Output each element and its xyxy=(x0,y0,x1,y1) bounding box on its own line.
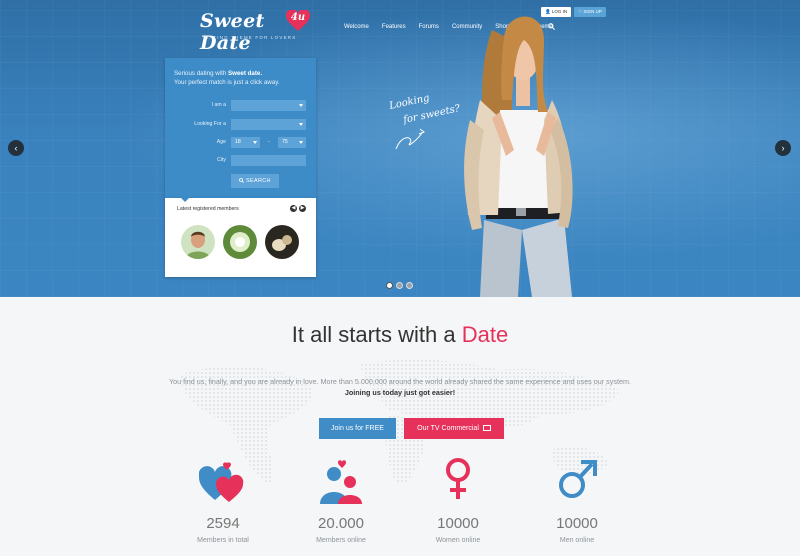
members-next-button[interactable]: ▶ xyxy=(299,205,306,212)
search-icon xyxy=(239,177,245,183)
looking-for-select[interactable] xyxy=(231,119,306,130)
nav-item-welcome[interactable]: Welcome xyxy=(344,24,369,30)
age-separator: - xyxy=(268,139,270,145)
search-intro: Serious dating with Sweet date. Your per… xyxy=(174,69,310,87)
model-photo xyxy=(464,16,573,297)
city-input[interactable] xyxy=(231,155,306,166)
i-am-select[interactable] xyxy=(231,100,306,111)
members-title: Latest registered members xyxy=(177,206,239,212)
stat-value: 10000 xyxy=(556,515,598,532)
stat-value: 2594 xyxy=(206,515,240,532)
latest-members-panel: Latest registered members ◀ ▶ xyxy=(165,198,316,277)
arrow-right-icon: ▶ xyxy=(300,205,305,211)
looking-for-label: Looking For a xyxy=(194,121,226,127)
avatar[interactable] xyxy=(223,225,257,259)
slider-prev-button[interactable]: ‹ xyxy=(8,140,24,156)
chevron-down-icon xyxy=(299,141,303,144)
video-icon xyxy=(482,425,491,431)
avatar[interactable] xyxy=(265,225,299,259)
form-pointer xyxy=(180,197,190,202)
couple-icon xyxy=(320,460,362,504)
headline-accent: Date xyxy=(461,322,509,347)
intro-brand: Sweet date. xyxy=(228,70,263,77)
search-button-label: SEARCH xyxy=(246,178,271,184)
logo-tagline: DATING THEME FOR LOVERS xyxy=(205,35,297,40)
tv-commercial-button[interactable]: Our TV Commercial xyxy=(404,418,504,439)
arrow-left-icon: ◀ xyxy=(291,205,296,211)
stat-label: Women online xyxy=(435,537,481,544)
stat-label: Members in total xyxy=(197,537,249,544)
age-to-value: 75 xyxy=(282,139,288,145)
hero-banner: Sweet Date 4u DATING THEME FOR LOVERS We… xyxy=(0,0,800,297)
slider-next-button[interactable]: › xyxy=(775,140,791,156)
slider-dots xyxy=(386,282,413,289)
members-prev-button[interactable]: ◀ xyxy=(290,205,297,212)
intro-line2: Your perfect match is just a click away. xyxy=(174,79,280,86)
female-symbol-icon xyxy=(446,458,470,499)
stat-value: 20.000 xyxy=(318,515,364,532)
avatar[interactable] xyxy=(181,225,215,259)
chevron-down-icon xyxy=(299,123,303,126)
intro-text: Serious dating with xyxy=(174,70,228,77)
logo-badge: 4u xyxy=(290,12,306,23)
chevron-down-icon xyxy=(253,141,257,144)
age-label: Age xyxy=(216,139,226,145)
headline-prefix: It all starts with a xyxy=(291,322,462,347)
chevron-right-icon: › xyxy=(781,143,785,153)
intro-paragraph: You find us, finally, and you are alread… xyxy=(160,376,640,398)
male-symbol-icon xyxy=(559,460,597,498)
chevron-left-icon: ‹ xyxy=(14,143,18,153)
slider-dot-1[interactable] xyxy=(386,282,393,289)
i-am-label: I am a xyxy=(211,102,226,108)
join-free-button[interactable]: Join us for FREE xyxy=(319,418,396,439)
desc-text: You find us, finally, and you are alread… xyxy=(169,377,631,386)
page-title: It all starts with a Date xyxy=(0,322,800,348)
age-from-select[interactable]: 18 xyxy=(231,137,260,148)
search-button[interactable]: SEARCH xyxy=(231,174,279,188)
chevron-down-icon xyxy=(299,104,303,107)
stat-label: Men online xyxy=(559,537,595,544)
age-from-value: 18 xyxy=(235,139,241,145)
stat-value: 10000 xyxy=(437,515,479,532)
age-to-select[interactable]: 75 xyxy=(278,137,306,148)
city-label: City xyxy=(217,157,226,163)
nav-item-forums[interactable]: Forums xyxy=(419,24,439,30)
handwriting-line1: Looking xyxy=(387,93,430,112)
slider-dot-2[interactable] xyxy=(396,282,403,289)
desc-bold: Joining us today just got easier! xyxy=(344,388,456,397)
logo[interactable]: Sweet Date 4u DATING THEME FOR LOVERS xyxy=(200,8,312,54)
stat-label: Members online xyxy=(316,537,366,544)
slider-dot-3[interactable] xyxy=(406,282,413,289)
hearts-icon xyxy=(199,462,244,502)
tv-button-label: Our TV Commercial xyxy=(417,425,479,432)
nav-item-features[interactable]: Features xyxy=(382,24,406,30)
